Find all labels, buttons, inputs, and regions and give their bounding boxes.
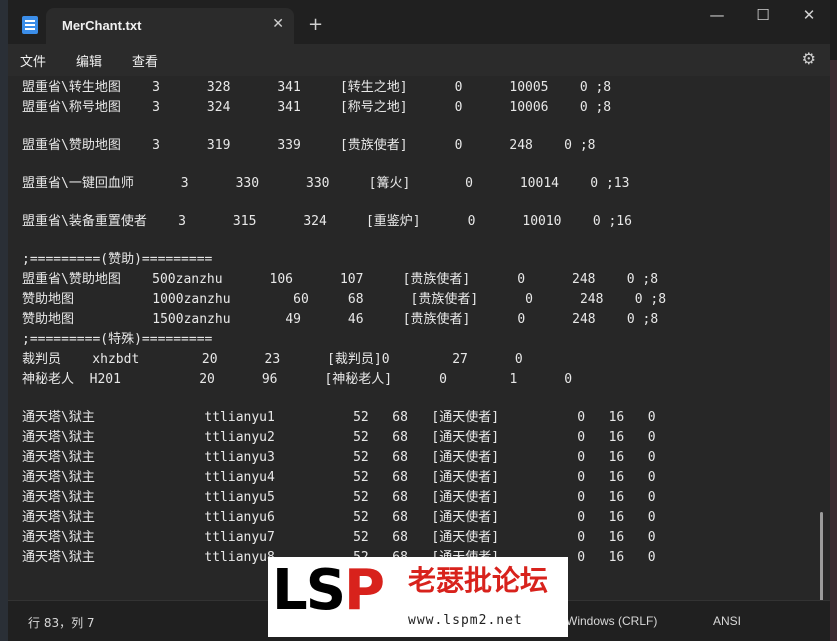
text-line: 通天塔\狱主 ttlianyu3 52 68 [通天使者] 0 16 0 [22, 450, 656, 465]
settings-gear-icon[interactable]: ⚙ [802, 49, 816, 68]
new-tab-button[interactable]: + [308, 14, 323, 35]
close-tab-icon[interactable]: ✕ [272, 16, 284, 32]
text-line: 通天塔\狱主 ttlianyu6 52 68 [通天使者] 0 16 0 [22, 510, 656, 525]
text-line: 神秘老人 H201 20 96 [神秘老人] 0 1 0 [22, 372, 573, 387]
line-ending[interactable]: Windows (CRLF) [566, 614, 657, 628]
text-line: 赞助地图 1000zanzhu 60 68 [贵族使者] 0 248 0 ;8 [22, 292, 667, 307]
text-line: 盟重省\称号地图 3 324 341 [称号之地] 0 10006 0 ;8 [22, 100, 612, 115]
cursor-position: 行 83，列 7 [28, 616, 95, 630]
text-line: ;=========(特殊)========= [22, 332, 213, 347]
notepad-window: MerChant.txt ✕ + — ☐ ✕ 文件 编辑 查看 ⚙ 盟重省\转生… [8, 0, 830, 641]
logo-p: P [344, 558, 385, 623]
logo-s: S [305, 558, 346, 623]
vertical-scrollbar[interactable] [820, 512, 823, 600]
maximize-button[interactable]: ☐ [740, 6, 786, 24]
watermark-name: 老瑟批论坛 [408, 564, 549, 597]
menu-edit[interactable]: 编辑 [76, 51, 102, 70]
text-line: 通天塔\狱主 ttlianyu5 52 68 [通天使者] 0 16 0 [22, 490, 656, 505]
text-line: ;=========(赞助)========= [22, 252, 213, 267]
menu-file[interactable]: 文件 [20, 51, 46, 70]
menu-bar: 文件 编辑 查看 ⚙ [8, 44, 830, 76]
tab-title: MerChant.txt [62, 18, 142, 33]
text-line: 盟重省\赞助地图 3 319 339 [贵族使者] 0 248 0 ;8 [22, 138, 596, 153]
text-line: 裁判员 xhzbdt 20 23 [裁判员]0 27 0 [22, 352, 523, 367]
notepad-app-icon [22, 16, 38, 34]
close-window-button[interactable]: ✕ [786, 6, 832, 24]
tab-merchant-txt[interactable]: MerChant.txt ✕ [46, 8, 294, 44]
logo-l: L [272, 558, 308, 623]
text-line: 通天塔\狱主 ttlianyu4 52 68 [通天使者] 0 16 0 [22, 470, 656, 485]
text-line: 盟重省\转生地图 3 328 341 [转生之地] 0 10005 0 ;8 [22, 80, 612, 95]
title-bar: MerChant.txt ✕ + — ☐ ✕ [8, 0, 830, 44]
menu-view[interactable]: 查看 [132, 51, 158, 70]
watermark-url: www.lspm2.net [408, 613, 523, 628]
text-line: 通天塔\狱主 ttlianyu2 52 68 [通天使者] 0 16 0 [22, 430, 656, 445]
desktop-backdrop-right [829, 60, 837, 641]
forum-watermark: LSP 老瑟批论坛 www.lspm2.net [268, 557, 568, 637]
text-line: 盟重省\一键回血师 3 330 330 [篝火] 0 10014 0 ;13 [22, 176, 630, 191]
text-line: 盟重省\装备重置使者 3 315 324 [重鉴炉] 0 10010 0 ;16 [22, 214, 632, 229]
text-line: 赞助地图 1500zanzhu 49 46 [贵族使者] 0 248 0 ;8 [22, 312, 659, 327]
text-line: 盟重省\赞助地图 500zanzhu 106 107 [贵族使者] 0 248 … [22, 272, 659, 287]
encoding[interactable]: ANSI [713, 614, 741, 628]
text-line: 通天塔\狱主 ttlianyu1 52 68 [通天使者] 0 16 0 [22, 410, 656, 425]
minimize-button[interactable]: — [694, 6, 740, 24]
watermark-logo: LSP [272, 558, 385, 623]
text-line: 通天塔\狱主 ttlianyu7 52 68 [通天使者] 0 16 0 [22, 530, 656, 545]
text-editor[interactable]: 盟重省\转生地图 3 328 341 [转生之地] 0 10005 0 ;8 盟重… [8, 76, 830, 600]
desktop-backdrop [0, 0, 8, 641]
